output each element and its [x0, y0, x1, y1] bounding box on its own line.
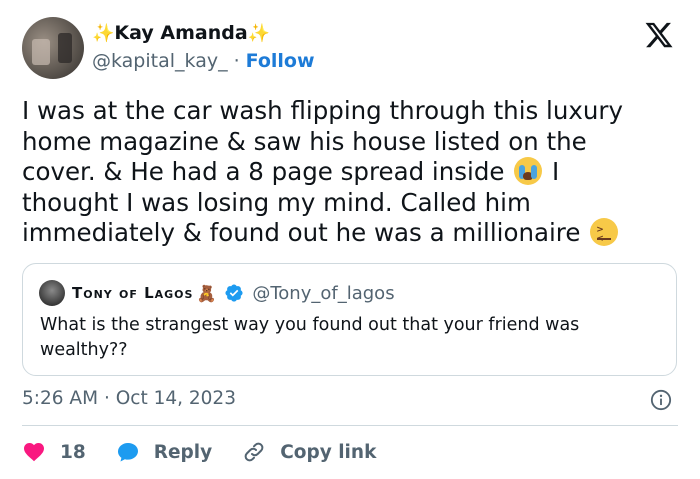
- quoted-author-avatar[interactable]: [39, 280, 65, 306]
- tweet-timestamp[interactable]: 5:26 AM · Oct 14, 2023: [22, 388, 236, 409]
- divider: [22, 425, 678, 426]
- quoted-tweet-header: Tony of Lagos 🧸 @Tony_of_lagos: [39, 280, 395, 306]
- reply-label: Reply: [153, 441, 213, 463]
- quoted-author-name[interactable]: Tony of Lagos: [72, 284, 193, 302]
- sparkles-icon: ✨: [92, 22, 115, 44]
- copy-link-label: Copy link: [280, 441, 377, 463]
- verified-badge-icon: [225, 284, 243, 302]
- teddy-bear-icon: 🧸: [196, 283, 217, 303]
- reply-button[interactable]: Reply: [116, 440, 242, 464]
- follow-button[interactable]: Follow: [246, 50, 315, 72]
- timestamp-separator: ·: [103, 388, 110, 409]
- tweet-body: I was at the car wash flipping through t…: [22, 96, 662, 249]
- like-count: 18: [60, 441, 86, 463]
- quoted-tweet-text: What is the strangest way you found out …: [40, 315, 580, 360]
- x-logo-icon[interactable]: [643, 20, 675, 50]
- info-icon[interactable]: [650, 389, 672, 411]
- meta-separator: ·: [233, 50, 240, 72]
- like-button[interactable]: 18: [22, 440, 116, 464]
- confounded-face-icon: ><: [590, 218, 619, 246]
- action-bar: 18 Reply Copy link: [22, 440, 376, 464]
- author-handle[interactable]: @kapital_kay_: [92, 50, 228, 72]
- timestamp-time: 5:26 AM: [22, 388, 99, 409]
- heart-icon: [24, 443, 44, 462]
- quoted-author-handle[interactable]: @Tony_of_lagos: [252, 283, 394, 304]
- timestamp-date: Oct 14, 2023: [115, 388, 236, 409]
- sparkles-icon: ✨: [247, 22, 271, 44]
- copy-link-button[interactable]: Copy link: [242, 440, 376, 464]
- speech-bubble-icon: [117, 443, 138, 462]
- author-name[interactable]: ✨ Kay Amanda ✨: [92, 22, 270, 44]
- quoted-tweet[interactable]: Tony of Lagos 🧸 @Tony_of_lagos What is t…: [22, 263, 677, 376]
- author-name-text: Kay Amanda: [114, 22, 248, 44]
- loudly-crying-face-icon: [514, 157, 543, 185]
- link-icon: [244, 442, 264, 462]
- author-avatar[interactable]: [22, 17, 84, 79]
- author-meta: @kapital_kay_ · Follow: [92, 50, 315, 72]
